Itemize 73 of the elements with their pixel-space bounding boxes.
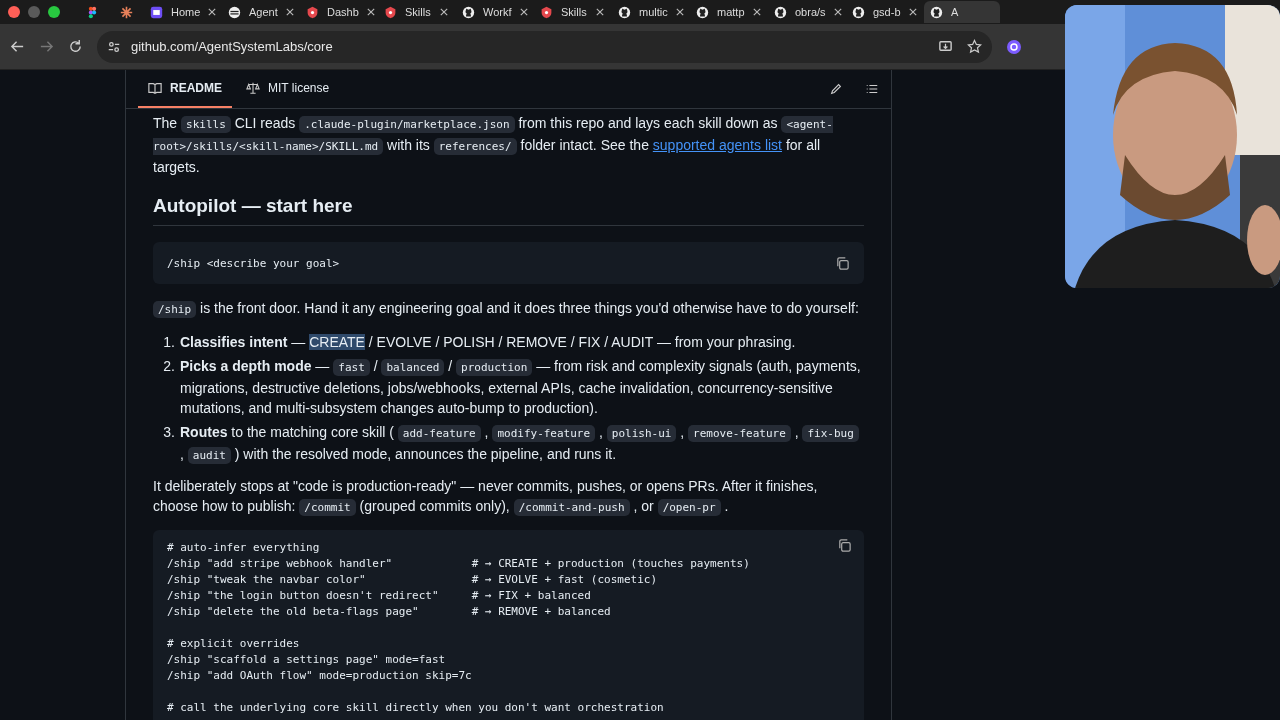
browser-tab[interactable]: obra/s: [768, 1, 844, 23]
zoom-dot[interactable]: [48, 6, 60, 18]
copy-icon[interactable]: [835, 255, 850, 271]
browser-tab[interactable]: multic: [612, 1, 688, 23]
github-icon: [618, 5, 631, 19]
list-number: 3.: [163, 423, 175, 442]
list-number: 1.: [163, 333, 175, 352]
readme-tab[interactable]: README: [138, 70, 232, 108]
site-settings-icon: [107, 39, 121, 54]
reload-icon[interactable]: [68, 39, 83, 54]
code-line: /ship "scaffold a settings page" mode=fast: [167, 652, 446, 668]
back-icon[interactable]: [10, 39, 25, 54]
code-line: /ship "delete the old beta-flags page" # → REMOVE + balanced: [167, 604, 611, 620]
minimize-dot[interactable]: [28, 6, 40, 18]
close-icon[interactable]: [366, 8, 375, 16]
code-line: # call the underlying core skill directly when you don't want orchestration: [167, 700, 664, 716]
code-line: /ship "tweak the navbar color" # → EVOLVE + fast (cosmetic): [167, 572, 658, 588]
code-line: /ship "add OAuth flow" mode=production skip=7c: [167, 668, 472, 684]
paragraph: It deliberately stops at "code is production-ready" — never commits, pushes, or opens PRs. After it finishes, choose how to publish: /commit (grouped commits only), /commit-and-push , or /open-pr .: [153, 477, 819, 518]
burst-icon: [119, 5, 133, 19]
list-number: 2.: [163, 357, 175, 376]
close-icon[interactable]: [596, 8, 604, 16]
close-icon[interactable]: [908, 8, 917, 16]
list-icon[interactable]: [865, 82, 879, 96]
browser-tab[interactable]: Home: [144, 1, 220, 23]
edit-icon[interactable]: [829, 82, 843, 96]
copy-icon[interactable]: [837, 538, 852, 553]
code-line: /ship "add stripe webhook handler" # → CREATE + production (touches payments): [167, 556, 750, 572]
browser-tab[interactable]: Agent: [222, 1, 298, 23]
close-dot[interactable]: [8, 6, 20, 18]
browser-tab[interactable]: Workf: [456, 1, 532, 23]
browser-tab[interactable]: Skills: [534, 1, 610, 23]
github-icon: [852, 5, 865, 19]
close-icon[interactable]: [752, 8, 761, 16]
github-icon: [696, 5, 709, 19]
code-line: /ship <describe your goal>: [167, 256, 340, 270]
shield-icon: [540, 5, 553, 19]
shield-icon: [384, 5, 397, 19]
github-icon: [774, 5, 787, 19]
list-item: Routes to the matching core skill ( add-feature , modify-feature , polish-ui , remove-feature , fix-bug , audit ) with the resolved mode, announces the pipeline, and runs it.: [180, 422, 864, 466]
close-icon[interactable]: [833, 8, 842, 16]
code-line: # auto-infer everything: [167, 540, 320, 556]
stripes-icon: [228, 5, 241, 19]
browser-tab[interactable]: gsd-b: [846, 1, 922, 23]
paragraph: /ship is the front door. Hand it any engineering goal and it does three things you'd otherwise have to do yourself:: [153, 298, 864, 320]
forward-icon[interactable]: [39, 39, 54, 54]
close-icon[interactable]: [440, 8, 448, 16]
browser-tab[interactable]: Dashb: [300, 1, 376, 23]
code-line: # explicit overrides: [167, 636, 300, 652]
github-icon: [930, 5, 943, 19]
close-icon[interactable]: [519, 8, 528, 16]
browser-tab[interactable]: mattp: [690, 1, 766, 23]
paragraph: The skills CLI reads .claude-plugin/marketplace.json from this repo and lays each skill down as <agent-root>/skills/<skill-name>/SKILL.md with its references/ folder intact. See the supported agents list for all targets.: [153, 114, 834, 177]
github-icon: [462, 5, 475, 19]
book-icon: [148, 81, 162, 95]
browser-tab[interactable]: Skills: [378, 1, 454, 23]
install-icon[interactable]: [938, 39, 953, 54]
link[interactable]: supported agents list: [652, 137, 782, 153]
code-line: /ship "the login button doesn't redirect" # → FIX + balanced: [167, 588, 591, 604]
extension-icon[interactable]: [1006, 38, 1022, 55]
list-item: Classifies intent — CREATE / EVOLVE / POLISH / REMOVE / FIX / AUDIT — from your phrasing.: [180, 333, 796, 352]
section-heading: Autopilot — start here: [153, 195, 864, 226]
scale-icon: [246, 81, 260, 95]
close-icon[interactable]: [675, 8, 684, 16]
address-field[interactable]: github.com/AgentSystemLabs/core: [97, 30, 992, 63]
close-icon[interactable]: [208, 8, 217, 16]
browser-tab[interactable]: A: [924, 1, 1000, 23]
shield-icon: [306, 5, 319, 19]
readme-tab[interactable]: MIT license: [236, 70, 340, 108]
list-item: Picks a depth mode — fast / balanced / production — from risk and complexity signals (auth, payments, migrations, destructive deletions, jobs/webhooks, external APIs, cache invalidation, concurrency-sensitive mutations, and multi-subsystem changes auto-bump to production).: [180, 357, 862, 418]
app-icon: [150, 5, 163, 19]
close-icon[interactable]: [285, 8, 294, 16]
star-icon[interactable]: [967, 39, 982, 54]
